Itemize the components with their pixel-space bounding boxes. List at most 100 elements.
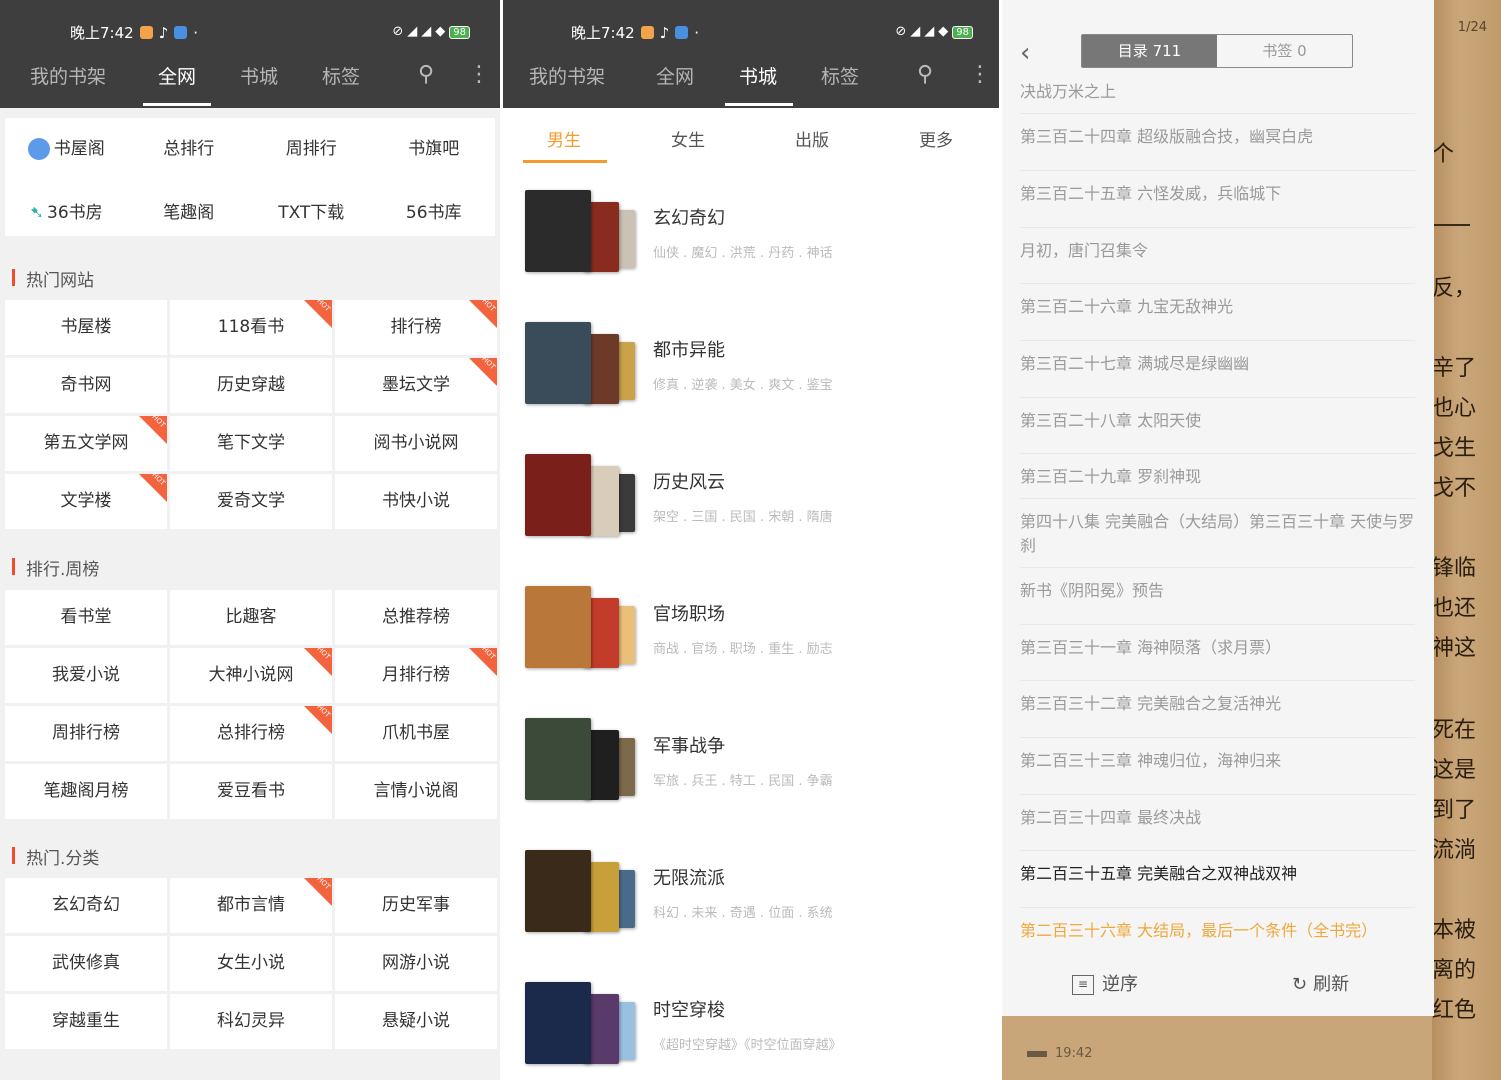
site-link[interactable]: 武侠修真 [5, 936, 167, 991]
book-category-item[interactable]: 军事战争 军旅 . 兵王 . 特工 . 民国 . 争霸 [525, 718, 985, 838]
status-icons: ⊘◢◢◆ 98 [895, 24, 973, 39]
book-category-item[interactable]: 玄幻奇幻 仙侠 . 魔幻 . 洪荒 . 丹药 . 神话 [525, 190, 985, 310]
refresh-button[interactable]: ↻ 刷新 [1292, 970, 1349, 996]
site-link[interactable]: 科幻灵异 [170, 994, 332, 1049]
chapter-item[interactable]: 第四十八集 完美融合（大结局）第三百三十章 天使与罗刹 [1020, 510, 1420, 558]
tab-publish[interactable]: 出版 [795, 126, 829, 151]
tab-web[interactable]: 全网 [656, 62, 694, 89]
toc-tab[interactable]: 目录 711 [1082, 35, 1217, 67]
site-link[interactable]: 56书库 [373, 184, 496, 242]
search-icon[interactable]: ⚲ [917, 62, 933, 87]
site-link[interactable]: 看书堂 [5, 590, 167, 645]
wifi-icon: ◆ [435, 24, 450, 39]
chapter-item[interactable]: 第三百二十六章 九宝无敌神光 [1020, 295, 1420, 319]
section-title-categories: 热门.分类 [12, 844, 99, 869]
site-link[interactable]: 网游小说 [335, 936, 497, 991]
chapter-item[interactable]: 决战万米之上 [1020, 80, 1420, 104]
site-link[interactable]: 爱豆看书 [170, 764, 332, 819]
site-link[interactable]: 周排行榜 [5, 706, 167, 761]
chapter-divider [1020, 794, 1415, 795]
chapter-divider [1020, 498, 1415, 499]
book-category-item[interactable]: 历史风云 架空 . 三国 . 民国 . 宋朝 . 隋唐 [525, 454, 985, 574]
chapter-item[interactable]: 第二百三十六章 大结局，最后一个条件（全书完） [1020, 919, 1420, 943]
more-icon[interactable]: ⋮ [969, 62, 991, 87]
chapter-divider [1020, 227, 1415, 228]
reverse-button[interactable]: ≡ 逆序 [1072, 970, 1138, 996]
search-icon[interactable]: ⚲ [418, 62, 434, 87]
site-link[interactable]: 历史穿越 [170, 358, 332, 413]
site-link[interactable]: 书旗吧 [373, 120, 496, 178]
tab-tags[interactable]: 标签 [322, 62, 360, 89]
chapter-item[interactable]: 第三百二十八章 太阳天使 [1020, 409, 1420, 433]
chapter-item[interactable]: 第三百三十二章 完美融合之复活神光 [1020, 692, 1420, 716]
tab-underline [725, 103, 793, 106]
tab-tags[interactable]: 标签 [821, 62, 859, 89]
site-link[interactable]: 总推荐榜 [335, 590, 497, 645]
tab-male[interactable]: 男生 [547, 126, 581, 151]
site-link[interactable]: 我爱小说 [5, 648, 167, 703]
site-link[interactable]: 穿越重生 [5, 994, 167, 1049]
site-link[interactable]: 笔趣阁月榜 [5, 764, 167, 819]
tab-store[interactable]: 书城 [739, 62, 777, 89]
site-link[interactable]: 奇书网 [5, 358, 167, 413]
book-category-item[interactable]: 都市异能 修真 . 逆袭 . 美女 . 爽文 . 鉴宝 [525, 322, 985, 442]
site-link[interactable]: 周排行 [250, 120, 373, 178]
tab-shelf[interactable]: 我的书架 [529, 62, 605, 89]
site-link[interactable]: 书快小说 [335, 474, 497, 529]
site-link[interactable]: 笔趣阁 [128, 184, 251, 242]
site-link[interactable]: 笔下文学 [170, 416, 332, 471]
tab-shelf[interactable]: 我的书架 [30, 62, 106, 89]
chapter-item[interactable]: 月初，唐门召集令 [1020, 239, 1420, 263]
chapter-item[interactable]: 第三百三十一章 海神陨落（求月票） [1020, 636, 1420, 660]
site-link[interactable]: 书屋楼 [5, 300, 167, 355]
clock-label: 19:42 [1055, 1046, 1093, 1061]
site-link[interactable]: TXT下载 [250, 184, 373, 242]
chapter-item[interactable]: 新书《阴阳冕》预告 [1020, 579, 1420, 603]
site-link[interactable]: ➷ 36书房 [5, 184, 128, 242]
bookmark-tab[interactable]: 书签 0 [1217, 35, 1352, 67]
chapter-item[interactable]: 第三百二十九章 罗刹神现 [1020, 465, 1420, 489]
category-tabs: 男生 女生 出版 更多 [503, 108, 999, 168]
reader-text-fragment: 个 [1432, 142, 1455, 167]
chapter-item[interactable]: 第三百二十七章 满城尽是绿幽幽 [1020, 352, 1420, 376]
more-icon[interactable]: ⋮ [468, 62, 490, 87]
hot-badge: HOT [469, 645, 497, 676]
tab-web[interactable]: 全网 [158, 62, 196, 89]
book-category-item[interactable]: 时空穿梭 《超时空穿越》《时空位面穿越》 [525, 982, 985, 1080]
category-title: 官场职场 [653, 604, 725, 625]
chapter-item[interactable]: 第二百三十三章 神魂归位，海神归来 [1020, 749, 1420, 773]
site-link[interactable]: 玄幻奇幻 [5, 878, 167, 933]
site-link[interactable]: 言情小说阁 [335, 764, 497, 819]
signal-icon: ◢◢ [910, 24, 939, 39]
site-link[interactable]: 阅书小说网 [335, 416, 497, 471]
chapter-divider [1020, 680, 1415, 681]
site-link[interactable]: 悬疑小说 [335, 994, 497, 1049]
category-underline [523, 160, 607, 163]
chapter-item[interactable]: 第三百二十四章 超级版融合技，幽冥白虎 [1020, 125, 1420, 149]
site-link[interactable]: 爪机书屋 [335, 706, 497, 761]
status-bar: 晚上7:42 ♪ · [571, 22, 699, 43]
site-link[interactable]: 比趣客 [170, 590, 332, 645]
chapter-item[interactable]: 第二百三十四章 最终决战 [1020, 806, 1420, 830]
book-category-item[interactable]: 无限流派 科幻 . 未来 . 奇遇 . 位面 . 系统 [525, 850, 985, 970]
tab-store[interactable]: 书城 [240, 62, 278, 89]
app-icon [640, 26, 654, 39]
back-arrow-icon[interactable]: ‹ [1020, 38, 1030, 68]
chapter-item[interactable]: 第二百三十五章 完美融合之双神战双神 [1020, 862, 1420, 886]
cover-stack [525, 982, 635, 1067]
chapter-divider [1020, 567, 1415, 568]
category-title: 历史风云 [653, 472, 725, 493]
site-link[interactable]: 总排行 [128, 120, 251, 178]
site-link[interactable]: 历史军事 [335, 878, 497, 933]
tab-more[interactable]: 更多 [919, 126, 953, 151]
tab-female[interactable]: 女生 [671, 126, 705, 151]
category-tags: 科幻 . 未来 . 奇遇 . 位面 . 系统 [653, 906, 833, 921]
hot-badge-label: HOT [315, 702, 332, 720]
book-category-item[interactable]: 官场职场 商战 . 官场 . 职场 . 重生 . 励志 [525, 586, 985, 706]
site-link[interactable]: 女生小说 [170, 936, 332, 991]
site-link[interactable]: 爱奇文学 [170, 474, 332, 529]
site-link[interactable]: 书屋阁 [5, 120, 128, 178]
chapter-item[interactable]: 第三百二十五章 六怪发威，兵临城下 [1020, 182, 1420, 206]
refresh-icon: ↻ [1292, 974, 1308, 995]
app-icon [675, 26, 689, 39]
